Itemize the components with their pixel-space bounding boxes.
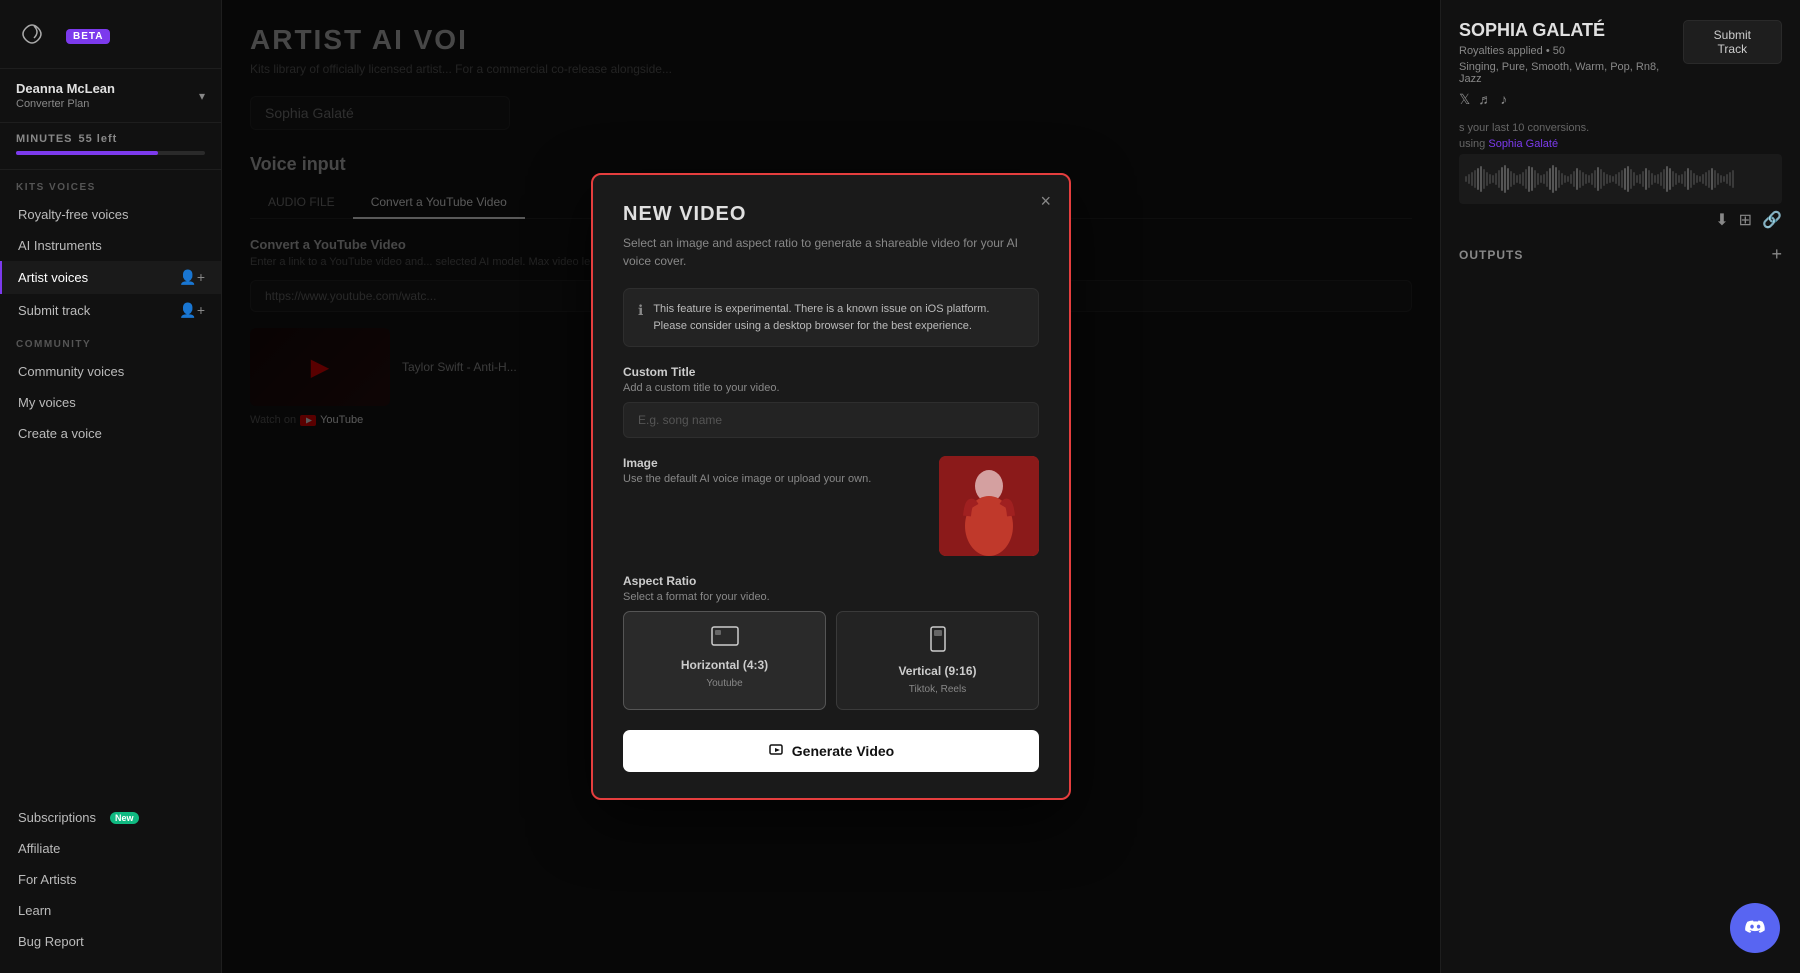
user-plan: Converter Plan <box>16 98 115 110</box>
aspect-section: Aspect Ratio Select a format for your vi… <box>623 574 1039 710</box>
minutes-left: 55 left <box>79 133 118 145</box>
minutes-section: MINUTES 55 left <box>0 123 221 170</box>
artist-name: SOPHIA GALATÉ <box>1459 20 1683 41</box>
minutes-fill <box>16 151 158 155</box>
sidebar-item-bug-report[interactable]: Bug Report <box>0 926 221 957</box>
aspect-grid: Horizontal (4:3) Youtube Vertical (9:16)… <box>623 611 1039 710</box>
add-user-icon: 👤+ <box>179 269 205 286</box>
create-voice-label: Create a voice <box>18 426 102 441</box>
sidebar-item-submit-track[interactable]: Submit track 👤+ <box>0 294 221 327</box>
generate-video-button[interactable]: Generate Video <box>623 730 1039 772</box>
social-icons: 𝕏 ♬ ♪ <box>1459 91 1683 108</box>
submit-track-button[interactable]: Submit Track <box>1683 20 1782 64</box>
info-text: This feature is experimental. There is a… <box>653 301 1024 334</box>
info-icon: ℹ <box>638 302 643 319</box>
ai-instruments-label: AI Instruments <box>18 238 102 253</box>
image-label: Image <box>623 456 923 470</box>
modal-overlay[interactable]: × NEW VIDEO Select an image and aspect r… <box>222 0 1440 973</box>
sidebar-item-artist-voices[interactable]: Artist voices 👤+ <box>0 261 221 294</box>
outputs-header: OUTPUTS + <box>1459 244 1782 265</box>
image-row: Image Use the default AI voice image or … <box>623 456 1039 556</box>
sidebar-item-community-voices[interactable]: Community voices <box>0 356 221 387</box>
affiliate-label: Affiliate <box>18 841 60 856</box>
waveform-controls: ⬇ ⊞ 🔗 <box>1459 210 1782 230</box>
sidebar: BETA Deanna McLean Converter Plan ▾ MINU… <box>0 0 222 973</box>
beta-badge: BETA <box>66 29 110 44</box>
add-to-playlist-icon[interactable]: ⊞ <box>1739 210 1752 230</box>
outputs-label: OUTPUTS <box>1459 248 1523 262</box>
track-info: s your last 10 conversions. <box>1459 122 1782 134</box>
community-label: COMMUNITY <box>0 327 221 356</box>
image-thumbnail[interactable] <box>939 456 1039 556</box>
minutes-label-text: MINUTES <box>16 133 73 145</box>
tiktok-icon[interactable]: ♪ <box>1500 91 1507 108</box>
discord-button[interactable] <box>1730 903 1780 953</box>
aspect-horizontal-button[interactable]: Horizontal (4:3) Youtube <box>623 611 826 710</box>
modal-close-button[interactable]: × <box>1040 191 1051 212</box>
right-panel: SOPHIA GALATÉ Royalties applied • 50 Sin… <box>1440 0 1800 973</box>
horizontal-sub: Youtube <box>706 678 742 689</box>
sidebar-item-create-voice[interactable]: Create a voice <box>0 418 221 449</box>
sidebar-footer: Subscriptions New Affiliate For Artists … <box>0 802 221 973</box>
for-artists-label: For Artists <box>18 872 77 887</box>
vertical-label: Vertical (9:16) <box>898 664 976 678</box>
waveform-bar <box>1459 154 1782 204</box>
artist-voices-label: Artist voices <box>18 270 88 285</box>
kits-voices-label: KITS VOICES <box>0 170 221 199</box>
vertical-sub: Tiktok, Reels <box>909 684 966 695</box>
aspect-sublabel: Select a format for your video. <box>623 591 1039 603</box>
logo-icon <box>16 16 56 56</box>
user-section[interactable]: Deanna McLean Converter Plan ▾ <box>0 69 221 123</box>
share-link-icon[interactable]: 🔗 <box>1762 210 1782 230</box>
minutes-bar <box>16 151 205 155</box>
community-voices-label: Community voices <box>18 364 124 379</box>
sidebar-item-royalty-free[interactable]: Royalty-free voices <box>0 199 221 230</box>
learn-label: Learn <box>18 903 51 918</box>
custom-title-input[interactable] <box>623 402 1039 438</box>
royalty-free-label: Royalty-free voices <box>18 207 129 222</box>
image-thumb-inner <box>939 456 1039 556</box>
sidebar-header: BETA <box>0 0 221 69</box>
modal-subtitle: Select an image and aspect ratio to gene… <box>623 234 1039 270</box>
waveform-visual <box>1465 159 1776 199</box>
sidebar-item-affiliate[interactable]: Affiliate <box>0 833 221 864</box>
modal-title: NEW VIDEO <box>623 203 1039 226</box>
info-box: ℹ This feature is experimental. There is… <box>623 288 1039 347</box>
horizontal-icon <box>711 626 739 652</box>
artist-royalties: Royalties applied • 50 <box>1459 45 1683 57</box>
sidebar-item-for-artists[interactable]: For Artists <box>0 864 221 895</box>
subscriptions-label: Subscriptions <box>18 810 96 825</box>
add-output-icon[interactable]: + <box>1771 244 1782 265</box>
bug-report-label: Bug Report <box>18 934 84 949</box>
custom-title-label: Custom Title <box>623 365 1039 379</box>
new-video-modal: × NEW VIDEO Select an image and aspect r… <box>591 173 1071 800</box>
user-name: Deanna McLean <box>16 81 115 96</box>
twitter-icon[interactable]: 𝕏 <box>1459 91 1470 108</box>
spotify-icon[interactable]: ♬ <box>1478 91 1492 108</box>
image-info: Image Use the default AI voice image or … <box>623 456 923 493</box>
submit-icon: 👤+ <box>179 302 205 319</box>
sidebar-item-learn[interactable]: Learn <box>0 895 221 926</box>
main-content: ARTIST AI VOI Kits library of officially… <box>222 0 1440 973</box>
chevron-down-icon: ▾ <box>199 89 205 103</box>
track-artist-link[interactable]: Sophia Galaté <box>1488 138 1558 150</box>
my-voices-label: My voices <box>18 395 76 410</box>
sidebar-item-subscriptions[interactable]: Subscriptions New <box>0 802 221 833</box>
aspect-vertical-button[interactable]: Vertical (9:16) Tiktok, Reels <box>836 611 1039 710</box>
download-icon[interactable]: ⬇ <box>1715 210 1728 230</box>
generate-video-label: Generate Video <box>792 743 894 759</box>
new-badge: New <box>110 812 139 824</box>
waveform-section: s your last 10 conversions. using Sophia… <box>1459 122 1782 230</box>
track-using: using Sophia Galaté <box>1459 138 1782 150</box>
artist-tags: Singing, Pure, Smooth, Warm, Pop, Rn8, J… <box>1459 61 1683 85</box>
horizontal-label: Horizontal (4:3) <box>681 658 768 672</box>
sidebar-item-ai-instruments[interactable]: AI Instruments <box>0 230 221 261</box>
image-sublabel: Use the default AI voice image or upload… <box>623 473 923 485</box>
sidebar-item-my-voices[interactable]: My voices <box>0 387 221 418</box>
vertical-icon <box>930 626 946 658</box>
custom-title-sublabel: Add a custom title to your video. <box>623 382 1039 394</box>
aspect-label: Aspect Ratio <box>623 574 1039 588</box>
artist-header: SOPHIA GALATÉ Royalties applied • 50 Sin… <box>1459 20 1782 108</box>
submit-track-label: Submit track <box>18 303 90 318</box>
